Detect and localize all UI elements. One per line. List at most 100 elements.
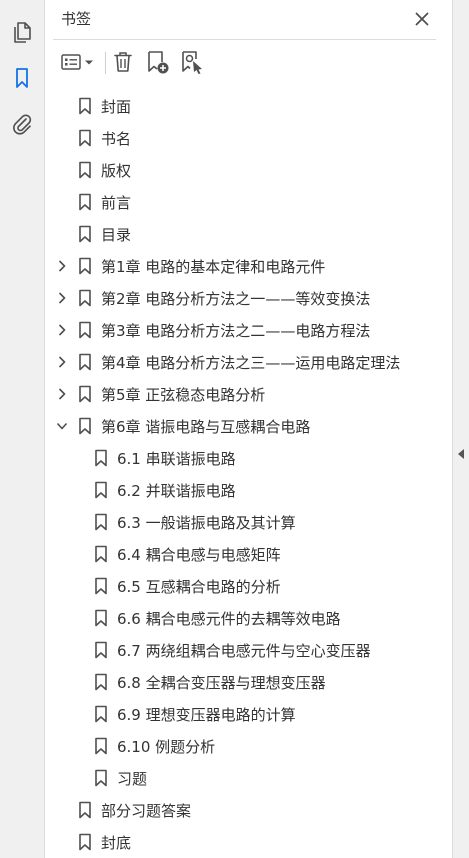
bookmark-child-item[interactable]: 6.9 理想变压器电路的计算 <box>45 698 452 730</box>
bookmark-tree: 封面书名版权前言目录第1章 电路的基本定律和电路元件第2章 电路分析方法之一——… <box>45 90 452 858</box>
chevron-right-icon[interactable] <box>54 290 70 306</box>
trash-icon <box>114 52 132 72</box>
bookmark-child-item[interactable]: 6.10 例题分析 <box>45 730 452 762</box>
bookmarks-panel: 书签 封面 书名 版权 前言 目录 第1章 电路的基本定律和电路元件 第2章 电… <box>45 0 452 858</box>
close-icon <box>415 12 429 26</box>
bookmark-label[interactable]: 6.6 耦合电感元件的去耦等效电路 <box>117 608 341 629</box>
bookmark-label[interactable]: 第4章 电路分析方法之三——运用电路定理法 <box>101 352 400 373</box>
bookmark-icon <box>79 833 91 851</box>
bookmark-icon <box>95 737 107 755</box>
bookmark-item[interactable]: 版权 <box>45 154 452 186</box>
bookmark-label[interactable]: 部分习题答案 <box>101 800 191 821</box>
bookmark-child-item[interactable]: 6.1 串联谐振电路 <box>45 442 452 474</box>
header-divider <box>53 39 436 40</box>
page-thumbnails-button[interactable] <box>8 18 36 46</box>
bookmark-label[interactable]: 第1章 电路的基本定律和电路元件 <box>101 256 325 277</box>
bookmark-icon <box>79 801 91 819</box>
bookmark-label[interactable]: 6.9 理想变压器电路的计算 <box>117 704 296 725</box>
bookmark-child-item[interactable]: 6.3 一般谐振电路及其计算 <box>45 506 452 538</box>
bookmark-label[interactable]: 6.10 例题分析 <box>117 736 215 757</box>
bookmark-icon <box>95 545 107 563</box>
bookmark-icon <box>79 417 91 435</box>
new-bookmark-button[interactable] <box>145 48 171 76</box>
attachments-button[interactable] <box>8 110 36 138</box>
bookmark-child-item[interactable]: 6.8 全耦合变压器与理想变压器 <box>45 666 452 698</box>
options-menu-button[interactable] <box>59 48 97 76</box>
bookmark-icon <box>95 769 107 787</box>
bookmark-item[interactable]: 部分习题答案 <box>45 794 452 826</box>
bookmark-child-item[interactable]: 6.7 两绕组耦合电感元件与空心变压器 <box>45 634 452 666</box>
bookmarks-button[interactable] <box>8 64 36 92</box>
bookmark-item[interactable]: 第5章 正弦稳态电路分析 <box>45 378 452 410</box>
bookmark-item[interactable]: 第4章 电路分析方法之三——运用电路定理法 <box>45 346 452 378</box>
bookmark-icon <box>79 353 91 371</box>
bookmark-icon <box>79 193 91 211</box>
bookmark-icon <box>79 289 91 307</box>
bookmark-add-icon <box>148 51 169 74</box>
bookmark-label[interactable]: 前言 <box>101 192 131 213</box>
bookmark-label[interactable]: 第2章 电路分析方法之一——等效变换法 <box>101 288 370 309</box>
bookmark-item[interactable]: 前言 <box>45 186 452 218</box>
bookmark-icon <box>95 609 107 627</box>
panel-collapse-strip <box>452 0 469 858</box>
chevron-right-icon[interactable] <box>54 258 70 274</box>
bookmark-label[interactable]: 第3章 电路分析方法之二——电路方程法 <box>101 320 370 341</box>
find-current-bookmark-button[interactable] <box>179 48 205 76</box>
bookmark-label[interactable]: 6.1 串联谐振电路 <box>117 448 236 469</box>
navigation-rail <box>0 0 45 858</box>
bookmark-child-item[interactable]: 习题 <box>45 762 452 794</box>
bookmark-icon <box>95 641 107 659</box>
bookmark-icon <box>16 68 28 88</box>
bookmark-label[interactable]: 6.7 两绕组耦合电感元件与空心变压器 <box>117 640 371 661</box>
bookmark-item[interactable]: 封面 <box>45 90 452 122</box>
bookmark-icon <box>79 161 91 179</box>
bookmarks-sidebar: 书签 封面 书名 版权 前言 目录 第1章 电路的基本定律和电路元件 第2章 电… <box>0 0 469 858</box>
bookmark-icon <box>79 257 91 275</box>
bookmark-label[interactable]: 封底 <box>101 832 131 853</box>
bookmark-label[interactable]: 封面 <box>101 96 131 117</box>
bookmark-item[interactable]: 封底 <box>45 826 452 858</box>
bookmark-label[interactable]: 6.3 一般谐振电路及其计算 <box>117 512 296 533</box>
toolbar-separator <box>105 52 106 74</box>
bookmark-item[interactable]: 书名 <box>45 122 452 154</box>
panel-title: 书签 <box>61 10 92 28</box>
bookmark-item[interactable]: 第1章 电路的基本定律和电路元件 <box>45 250 452 282</box>
chevron-right-icon[interactable] <box>54 322 70 338</box>
bookmark-label[interactable]: 6.5 互感耦合电路的分析 <box>117 576 281 597</box>
bookmark-icon <box>95 513 107 531</box>
bookmark-icon <box>95 449 107 467</box>
bookmark-icon <box>95 577 107 595</box>
bookmark-label[interactable]: 习题 <box>117 768 147 789</box>
bookmark-icon <box>79 97 91 115</box>
bookmark-icon <box>79 225 91 243</box>
chevron-right-icon[interactable] <box>54 354 70 370</box>
bookmark-child-item[interactable]: 6.6 耦合电感元件的去耦等效电路 <box>45 602 452 634</box>
list-options-icon <box>61 54 93 70</box>
bookmark-icon <box>79 321 91 339</box>
bookmark-icon <box>79 129 91 147</box>
bookmark-child-item[interactable]: 6.2 并联谐振电路 <box>45 474 452 506</box>
bookmark-item[interactable]: 第2章 电路分析方法之一——等效变换法 <box>45 282 452 314</box>
bookmark-icon <box>95 481 107 499</box>
bookmark-label[interactable]: 目录 <box>101 224 131 245</box>
bookmark-child-item[interactable]: 6.5 互感耦合电路的分析 <box>45 570 452 602</box>
bookmark-label[interactable]: 6.8 全耦合变压器与理想变压器 <box>117 672 326 693</box>
bookmark-label[interactable]: 第6章 谐振电路与互感耦合电路 <box>101 416 310 437</box>
bookmark-label[interactable]: 书名 <box>101 128 131 149</box>
bookmark-label[interactable]: 版权 <box>101 160 131 181</box>
bookmark-item[interactable]: 第3章 电路分析方法之二——电路方程法 <box>45 314 452 346</box>
bookmark-label[interactable]: 第5章 正弦稳态电路分析 <box>101 384 265 405</box>
bookmark-label[interactable]: 6.2 并联谐振电路 <box>117 480 236 501</box>
bookmark-label[interactable]: 6.4 耦合电感与电感矩阵 <box>117 544 281 565</box>
close-panel-button[interactable] <box>411 8 433 30</box>
delete-bookmark-button[interactable] <box>111 48 135 76</box>
bookmark-child-item[interactable]: 6.4 耦合电感与电感矩阵 <box>45 538 452 570</box>
chevron-down-icon[interactable] <box>54 418 70 434</box>
chevron-right-icon[interactable] <box>54 386 70 402</box>
bookmark-item[interactable]: 第6章 谐振电路与互感耦合电路 <box>45 410 452 442</box>
bookmark-item[interactable]: 目录 <box>45 218 452 250</box>
paperclip-icon <box>13 114 32 135</box>
bookmark-icon <box>79 385 91 403</box>
panel-header: 书签 <box>45 0 452 38</box>
collapse-panel-arrow-icon[interactable] <box>458 449 464 459</box>
